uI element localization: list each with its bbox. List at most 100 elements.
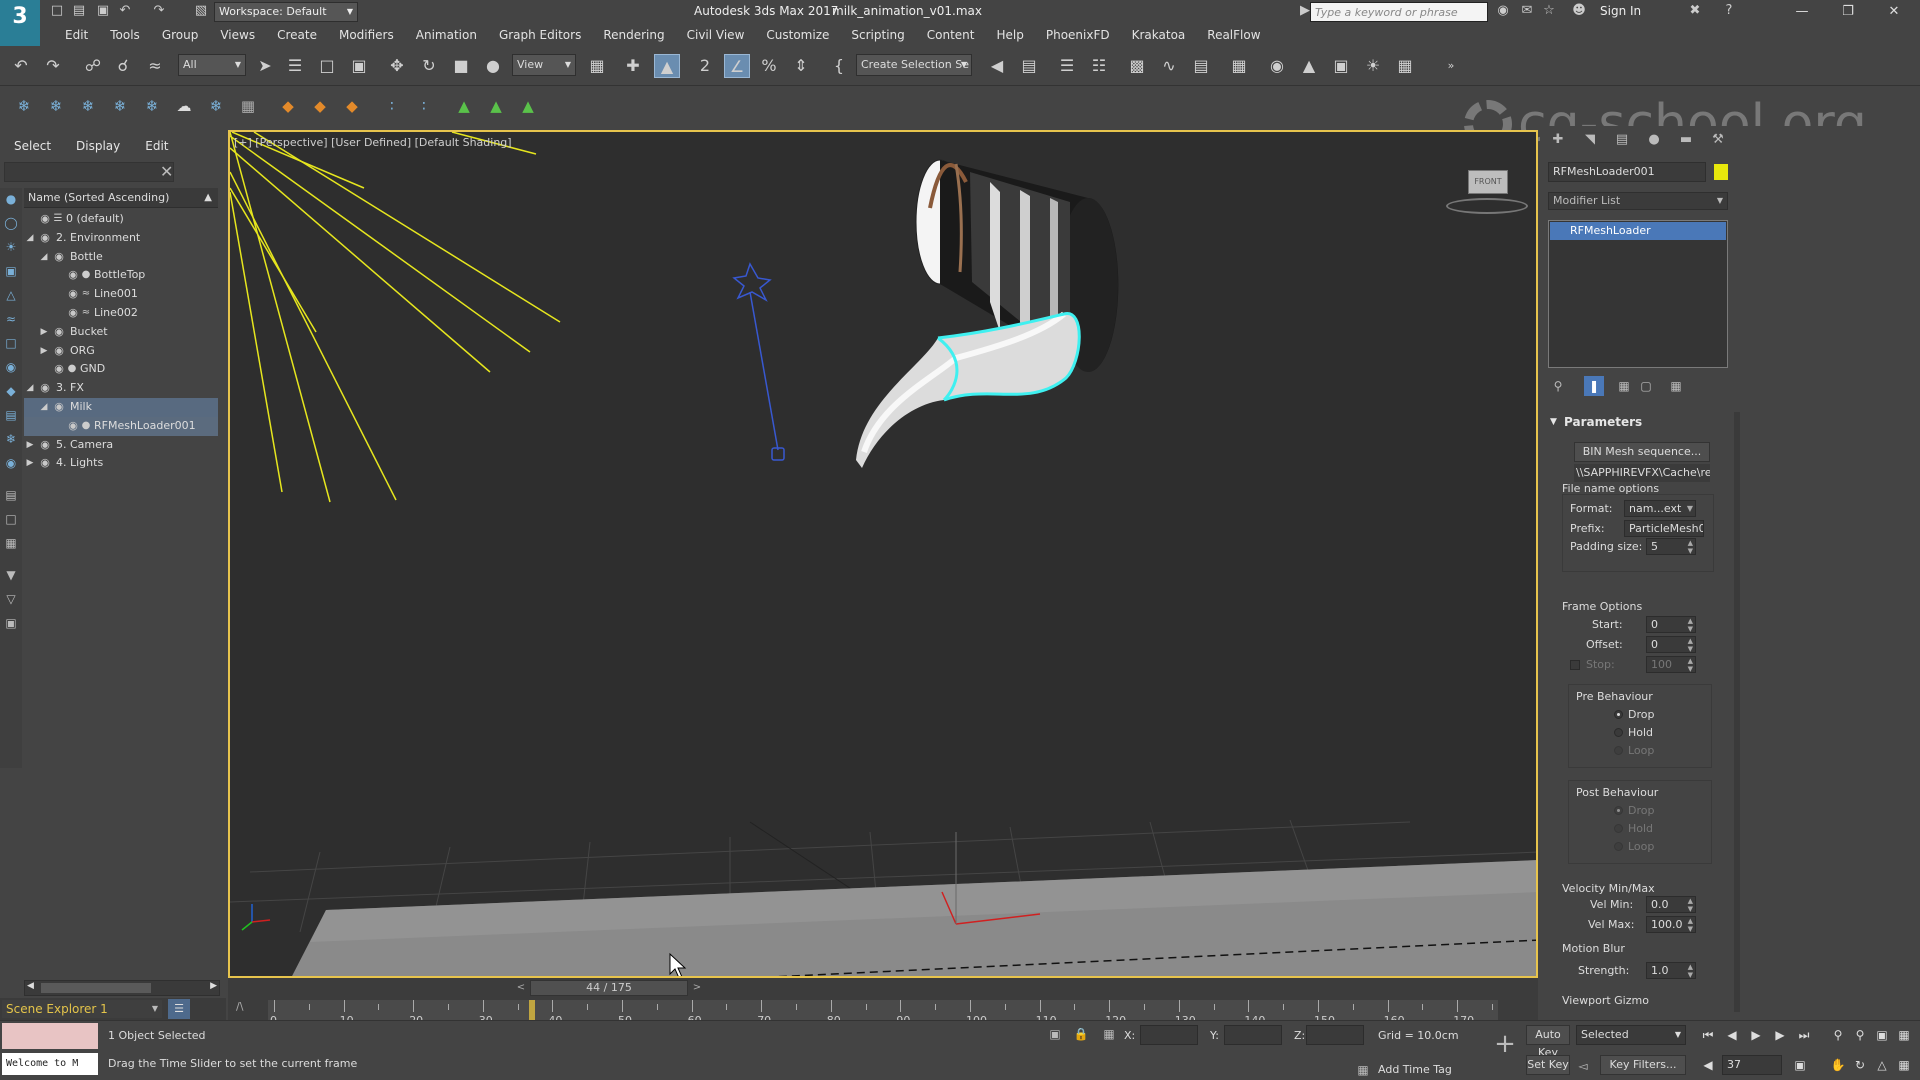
rendered-frame-window-icon[interactable]: ▣: [1328, 54, 1354, 78]
phoenix-cloud-icon[interactable]: ☁: [172, 94, 196, 118]
collapse-arrow-icon[interactable]: ◢: [24, 379, 36, 398]
visibility-eye-icon[interactable]: ◉: [38, 229, 52, 248]
minimize-icon[interactable]: —: [1786, 2, 1818, 22]
tree-row[interactable]: ◢ ◉ 2. Environment: [24, 229, 218, 248]
maxscript-listener-mini[interactable]: [2, 1023, 98, 1049]
communication-center-icon[interactable]: ✉: [1518, 3, 1536, 19]
current-frame-marker[interactable]: [528, 1000, 535, 1020]
phoenix-vdb2-icon[interactable]: ❄: [44, 94, 68, 118]
display-frozen-icon[interactable]: ❄: [3, 432, 19, 448]
expand-arrow-icon[interactable]: ▶: [24, 436, 36, 455]
collapse-arrow-icon[interactable]: ◢: [38, 248, 50, 267]
phoenix-vdb-icon[interactable]: ❄: [12, 94, 36, 118]
visibility-eye-icon[interactable]: ◉: [52, 342, 66, 361]
prefix-field[interactable]: ParticleMesh01: [1624, 520, 1704, 537]
key-selection-dropdown[interactable]: Selected ▼: [1576, 1025, 1686, 1045]
placement-icon[interactable]: ●: [480, 54, 506, 78]
window-crossing-icon[interactable]: ▣: [346, 54, 372, 78]
zoom-icon[interactable]: ⚲: [1828, 1025, 1848, 1045]
scene-explorer-dropdown[interactable]: Scene Explorer 1 ▼: [2, 1000, 162, 1018]
expand-arrow-icon[interactable]: ▶: [38, 323, 50, 342]
key-filters-button[interactable]: Key Filters...: [1600, 1055, 1686, 1075]
visibility-eye-icon[interactable]: ◉: [52, 360, 66, 379]
go-to-end-icon[interactable]: ⏭: [1794, 1025, 1814, 1045]
scene-search-input[interactable]: [4, 162, 174, 182]
time-slider[interactable]: 44 / 175: [530, 980, 688, 996]
menu-group[interactable]: Group: [151, 24, 210, 46]
orbit-icon[interactable]: ↻: [1850, 1055, 1870, 1075]
set-key-button[interactable]: Set Key: [1526, 1055, 1570, 1075]
render-iterative-icon[interactable]: ▦: [1392, 54, 1418, 78]
blue-spline-helper[interactable]: [732, 262, 785, 461]
visibility-eye-icon[interactable]: ◉: [38, 436, 52, 455]
stop-spinner[interactable]: 100 ▲ ▼: [1646, 656, 1696, 673]
align-icon[interactable]: ▤: [1016, 54, 1042, 78]
bin-mesh-sequence-button[interactable]: BIN Mesh sequence...: [1574, 442, 1710, 462]
save-file-icon[interactable]: ▣: [94, 3, 112, 19]
se-menu-display[interactable]: Display: [62, 134, 131, 158]
start-spinner[interactable]: 0 ▲ ▼: [1646, 616, 1696, 633]
object-name-field[interactable]: RFMeshLoader001: [1548, 162, 1706, 182]
display-lights-icon[interactable]: ☀: [3, 240, 19, 256]
next-frame-icon[interactable]: ▶: [1770, 1025, 1790, 1045]
modify-tab-icon[interactable]: ◥: [1580, 132, 1600, 150]
viewcube[interactable]: FRONT: [1468, 170, 1508, 194]
phoenix-simulator-icon[interactable]: ❄: [108, 94, 132, 118]
dope-sheet-icon[interactable]: ▤: [1188, 54, 1214, 78]
menu-scripting[interactable]: Scripting: [840, 24, 915, 46]
phoenix-grid-icon[interactable]: ❄: [76, 94, 100, 118]
layer-toggle-icon[interactable]: ☰: [168, 999, 190, 1019]
search-input[interactable]: Type a keyword or phrase: [1310, 2, 1488, 22]
expand-arrow-icon[interactable]: ▶: [24, 454, 36, 473]
render-setup-icon[interactable]: ▲: [1296, 54, 1322, 78]
absolute-mode-icon[interactable]: ▦: [1100, 1025, 1118, 1043]
visibility-eye-icon[interactable]: ◉: [66, 285, 80, 304]
angle-snap-icon[interactable]: ∠: [724, 54, 750, 78]
schematic-view-icon[interactable]: ▦: [1226, 54, 1252, 78]
format-dropdown[interactable]: nam...ext ▼: [1624, 500, 1696, 517]
play-icon[interactable]: ▶: [1746, 1025, 1766, 1045]
rotate-icon[interactable]: ↻: [416, 54, 442, 78]
post-hold-radio[interactable]: [1614, 824, 1623, 833]
mirror-icon[interactable]: ◀: [984, 54, 1010, 78]
maxscript-output[interactable]: Welcome to M: [2, 1053, 98, 1075]
menu-phoenixfd[interactable]: PhoenixFD: [1035, 24, 1121, 46]
pre-loop-radio[interactable]: [1614, 746, 1623, 755]
vel-max-spinner[interactable]: 100.0 ▲ ▼: [1646, 916, 1696, 933]
scrollbar-thumb[interactable]: [41, 983, 151, 993]
snaps-toggle-icon[interactable]: 2: [692, 54, 718, 78]
realflow-particles-icon[interactable]: ▲: [484, 94, 508, 118]
command-panel-scrollbar[interactable]: [1734, 412, 1740, 1012]
next-frame-icon[interactable]: >: [690, 980, 704, 996]
redo-icon[interactable]: ↷: [150, 3, 168, 19]
menu-content[interactable]: Content: [916, 24, 986, 46]
display-bones-icon[interactable]: ◆: [3, 384, 19, 400]
remove-modifier-icon[interactable]: ▢: [1636, 376, 1656, 396]
object-color-swatch[interactable]: [1714, 164, 1728, 180]
menu-help[interactable]: Help: [986, 24, 1035, 46]
scroll-right-icon[interactable]: ▶: [210, 981, 217, 991]
set-key-plus-icon[interactable]: +: [1490, 1029, 1520, 1059]
exchange-apps-icon[interactable]: ✖: [1686, 3, 1704, 19]
go-to-start-icon[interactable]: ⏮: [1698, 1025, 1718, 1045]
render-production-icon[interactable]: ☀: [1360, 54, 1386, 78]
visibility-eye-icon[interactable]: ◉: [38, 379, 52, 398]
ribbon-toggle-icon[interactable]: ▩: [1124, 54, 1150, 78]
curve-editor-icon[interactable]: ∿: [1156, 54, 1182, 78]
menu-customize[interactable]: Customize: [755, 24, 840, 46]
scale-icon[interactable]: ■: [448, 54, 474, 78]
realflow-emitter-icon[interactable]: ∶: [380, 94, 404, 118]
cache-path-field[interactable]: \\SAPPHIREVFX\Cache\real: [1574, 464, 1710, 482]
tree-row[interactable]: ▶ ◉ ORG: [24, 342, 218, 361]
light-rays[interactable]: [230, 132, 561, 503]
collapse-arrow-icon[interactable]: ◢: [24, 229, 36, 248]
vel-min-spinner[interactable]: 0.0 ▲ ▼: [1646, 896, 1696, 913]
se-menu-select[interactable]: Select: [0, 134, 62, 158]
user-icon[interactable]: ☻: [1570, 3, 1588, 19]
x-coord-field[interactable]: [1140, 1025, 1198, 1045]
filter-icon[interactable]: ▼: [3, 568, 19, 584]
name-column-header[interactable]: Name (Sorted Ascending) ▲: [24, 188, 218, 208]
z-coord-field[interactable]: [1306, 1025, 1364, 1045]
field-of-view-icon[interactable]: △: [1872, 1055, 1892, 1075]
krakatoa-render-icon[interactable]: ◆: [276, 94, 300, 118]
